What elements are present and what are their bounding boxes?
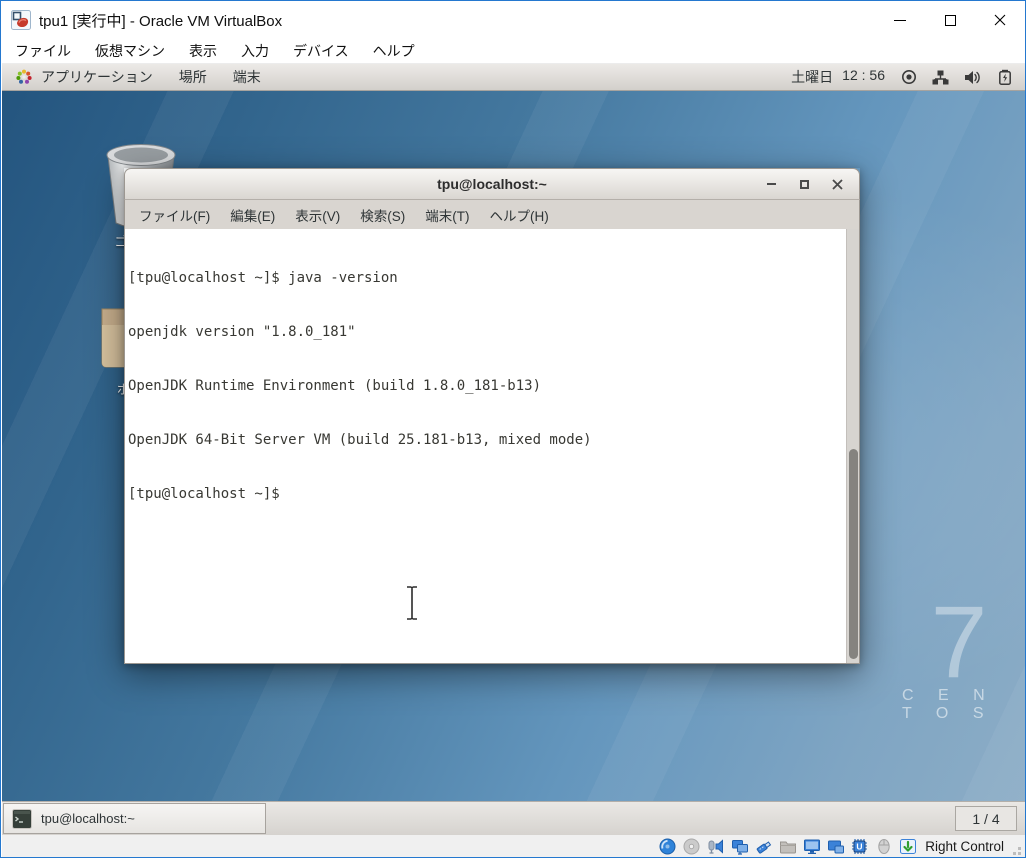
gnome-top-panel: アプリケーション 場所 端末 土曜日 12 : 56: [2, 64, 1025, 91]
terminal-menubar: ファイル(F) 編集(E) 表示(V) 検索(S) 端末(T) ヘルプ(H): [124, 200, 860, 229]
terminal-content-area[interactable]: [tpu@localhost ~]$ java -version openjdk…: [124, 229, 860, 664]
terminal-icon: [12, 808, 32, 829]
keyboard-status-button[interactable]: [898, 838, 917, 855]
keyboard-icon: [899, 839, 916, 854]
panel-tray: 土曜日 12 : 56: [791, 67, 1025, 87]
terminal-window: tpu@localhost:~ ファイル(F) 編集(E) 表示(V) 検索(S…: [124, 168, 860, 664]
audio-icon: [708, 839, 723, 854]
terminal-controls: [763, 176, 859, 192]
panel-clock[interactable]: 土曜日 12 : 56: [791, 67, 885, 87]
terminal-minimize-button[interactable]: [763, 176, 779, 192]
applications-menu[interactable]: アプリケーション: [16, 67, 153, 87]
features-chip-icon: U: [851, 839, 867, 854]
gnome-taskbar: tpu@localhost:~ 1 / 4: [2, 801, 1025, 835]
battery-button[interactable]: [996, 69, 1013, 85]
terminal-scrollbar[interactable]: [846, 229, 859, 663]
host-titlebar[interactable]: tpu1 [実行中] - Oracle VM VirtualBox: [2, 1, 1025, 39]
clock-time: 12 : 56: [842, 67, 885, 83]
network-button[interactable]: [932, 69, 949, 85]
terminal-menu-help[interactable]: ヘルプ(H): [480, 205, 559, 225]
terminal-line: [tpu@localhost ~]$ java -version: [128, 270, 398, 286]
host-menubar: ファイル 仮想マシン 表示 入力 デバイス ヘルプ: [2, 39, 1025, 64]
close-icon: [831, 178, 843, 190]
audio-status-button[interactable]: [706, 838, 725, 855]
terminal-menu-search[interactable]: 検索(S): [350, 205, 415, 225]
terminal-menu-edit[interactable]: 編集(E): [220, 205, 285, 225]
host-menu-devices[interactable]: デバイス: [293, 41, 349, 61]
ibeam-cursor: [404, 585, 420, 626]
network-status-button[interactable]: [730, 838, 749, 855]
mouse-icon: [878, 839, 890, 854]
panel-menus: アプリケーション 場所 端末: [2, 67, 261, 87]
host-menu-help[interactable]: ヘルプ: [373, 41, 415, 61]
gnome-applications-icon: [16, 69, 32, 84]
display-status-button[interactable]: [802, 838, 821, 855]
resize-grip[interactable]: [1011, 846, 1022, 858]
host-menu-file[interactable]: ファイル: [15, 41, 71, 61]
battery-icon: [998, 69, 1011, 85]
terminal-line: openjdk version "1.8.0_181": [128, 324, 356, 340]
virtualbox-window: tpu1 [実行中] - Oracle VM VirtualBox ファイル 仮…: [0, 0, 1026, 858]
guest-screen: アプリケーション 場所 端末 土曜日 12 : 56 7 C E N T O S…: [2, 64, 1025, 835]
host-menu-machine[interactable]: 仮想マシン: [95, 41, 165, 61]
minimize-icon: [894, 19, 906, 21]
terminal-line: OpenJDK Runtime Environment (build 1.8.0…: [128, 378, 542, 394]
host-menu-view[interactable]: 表示: [189, 41, 217, 61]
scrollbar-thumb[interactable]: [849, 449, 858, 659]
accessibility-button[interactable]: [900, 69, 917, 85]
volume-icon: [965, 70, 980, 84]
terminal-menu-file[interactable]: ファイル(F): [129, 205, 220, 225]
volume-button[interactable]: [964, 69, 981, 85]
clock-day: 土曜日: [791, 69, 834, 85]
terminal-titlebar[interactable]: tpu@localhost:~: [124, 168, 860, 200]
terminal-line: OpenJDK 64-Bit Server VM (build 25.181-b…: [128, 432, 592, 448]
taskbar-terminal-label: tpu@localhost:~: [41, 811, 135, 826]
host-statusbar: U Right Control: [2, 835, 1025, 858]
wired-network-icon: [932, 70, 949, 84]
taskbar-terminal-button[interactable]: tpu@localhost:~: [3, 803, 266, 834]
harddisk-status-button[interactable]: [658, 838, 677, 855]
display-icon: [803, 839, 820, 854]
minimize-button[interactable]: [875, 1, 925, 39]
terminal-menu[interactable]: 端末: [233, 67, 261, 87]
terminal-title: tpu@localhost:~: [437, 176, 547, 192]
terminal-menu-view[interactable]: 表示(V): [285, 205, 350, 225]
recording-status-button[interactable]: [826, 838, 845, 855]
close-button[interactable]: [975, 1, 1025, 39]
recording-icon: [827, 840, 844, 854]
maximize-icon: [799, 179, 809, 189]
desktop[interactable]: ゴミ箱 ホーム 7 C E N T O S tpu@localhost:~: [2, 91, 1025, 801]
terminal-menu-terminal[interactable]: 端末(T): [415, 205, 479, 225]
host-key-label: Right Control: [925, 839, 1004, 854]
network-adapters-icon: [731, 840, 748, 855]
close-icon: [994, 14, 1006, 26]
harddisk-icon: [659, 838, 676, 855]
host-window-title: tpu1 [実行中] - Oracle VM VirtualBox: [39, 12, 283, 30]
usb-status-button[interactable]: [754, 838, 773, 855]
host-window-controls: [875, 1, 1025, 39]
minimize-icon: [766, 183, 776, 185]
shared-folders-icon: [779, 841, 796, 854]
svg-text:U: U: [856, 842, 862, 852]
optical-disc-status-button[interactable]: [682, 838, 701, 855]
shared-folders-status-button[interactable]: [778, 838, 797, 855]
centos-watermark-brand: C E N T O S: [902, 687, 995, 722]
maximize-icon: [944, 14, 956, 26]
terminal-output: [tpu@localhost ~]$ java -version openjdk…: [125, 229, 859, 539]
centos-watermark-seven: 7: [930, 585, 988, 699]
optical-disc-icon: [683, 838, 700, 855]
terminal-maximize-button[interactable]: [796, 176, 812, 192]
terminal-line: [tpu@localhost ~]$: [128, 486, 280, 502]
maximize-button[interactable]: [925, 1, 975, 39]
accessibility-icon: [901, 70, 916, 84]
applications-menu-label: アプリケーション: [41, 69, 153, 85]
mouse-status-button[interactable]: [874, 838, 893, 855]
workspace-pager[interactable]: 1 / 4: [955, 806, 1017, 831]
terminal-close-button[interactable]: [829, 176, 845, 192]
places-menu[interactable]: 場所: [179, 67, 207, 87]
host-menu-input[interactable]: 入力: [241, 41, 269, 61]
usb-icon: [756, 841, 771, 854]
features-status-button[interactable]: U: [850, 838, 869, 855]
virtualbox-logo-icon: [11, 10, 31, 30]
